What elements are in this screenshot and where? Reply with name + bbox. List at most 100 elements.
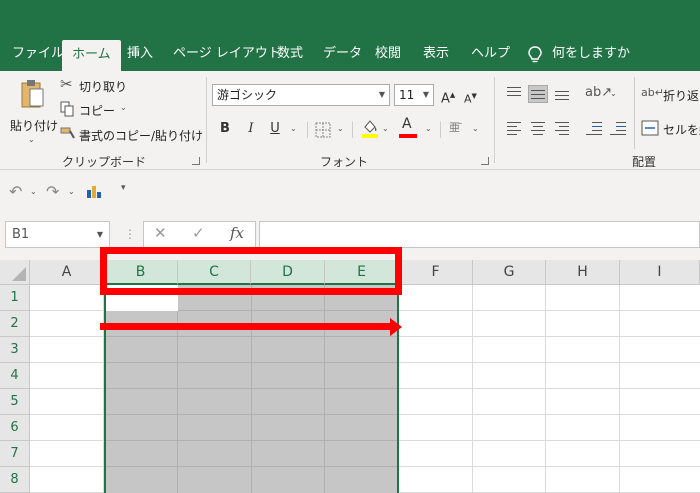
phonetic-dropdown-icon[interactable]: ⌄ bbox=[472, 124, 479, 133]
undo-icon[interactable]: ↶ bbox=[9, 182, 22, 201]
align-center-button[interactable] bbox=[528, 119, 548, 137]
align-bottom-button[interactable] bbox=[552, 85, 572, 103]
annotation-arrow-shaft bbox=[100, 323, 392, 330]
column-header-a[interactable]: A bbox=[30, 260, 104, 285]
tab-view[interactable]: 表示 bbox=[423, 38, 449, 71]
tab-insert[interactable]: 挿入 bbox=[127, 38, 153, 71]
column-header-g[interactable]: G bbox=[473, 260, 546, 285]
selection-gridline bbox=[177, 285, 178, 493]
row-header-6[interactable]: 6 bbox=[0, 415, 30, 441]
align-right-button[interactable] bbox=[552, 119, 572, 137]
undo-dropdown-icon[interactable]: ⌄ bbox=[30, 187, 37, 196]
merge-center-button[interactable]: セルを結 bbox=[641, 119, 700, 139]
group-divider bbox=[206, 77, 207, 163]
redo-dropdown-icon[interactable]: ⌄ bbox=[68, 187, 75, 196]
cut-button[interactable]: ✂ 切り取り bbox=[58, 75, 148, 95]
underline-button[interactable]: U bbox=[264, 118, 286, 140]
copy-button[interactable]: コピー ⌄ bbox=[58, 99, 148, 119]
quick-access-toolbar: ↶ ⌄ ↷ ⌄ ▾ bbox=[0, 170, 700, 210]
row-header-3[interactable]: 3 bbox=[0, 337, 30, 363]
bold-button[interactable]: B bbox=[214, 118, 236, 140]
shrink-font-button[interactable]: A▼ bbox=[464, 84, 482, 106]
gridline bbox=[619, 285, 620, 493]
selection-gridline bbox=[106, 414, 397, 415]
insert-function-icon[interactable]: fx bbox=[230, 224, 244, 242]
shrink-font-label: A bbox=[464, 92, 472, 106]
format-painter-button[interactable]: 書式のコピー/貼り付け bbox=[58, 124, 203, 144]
phonetic-guide-icon[interactable]: 亜̄ bbox=[449, 119, 460, 135]
grow-font-button[interactable]: A▲ bbox=[441, 84, 459, 106]
underline-dropdown-icon[interactable]: ⌄ bbox=[290, 124, 297, 133]
redo-icon[interactable]: ↷ bbox=[46, 182, 59, 201]
tell-me-search[interactable]: 何をしますか bbox=[552, 38, 630, 71]
ribbon-tab-bar: ファイル ホーム 挿入 ページ レイアウト 数式 データ 校閲 表示 ヘルプ 何… bbox=[0, 38, 700, 71]
row-header-4[interactable]: 4 bbox=[0, 363, 30, 389]
font-launcher-icon[interactable] bbox=[481, 157, 489, 165]
select-all-icon bbox=[12, 267, 26, 281]
format-painter-icon bbox=[60, 127, 75, 139]
tab-help[interactable]: ヘルプ bbox=[471, 38, 510, 71]
format-painter-label: 書式のコピー/貼り付け bbox=[79, 129, 204, 143]
orientation-icon[interactable]: ab↗ bbox=[585, 85, 612, 100]
font-group-label: フォント bbox=[320, 155, 369, 169]
selection-gridline bbox=[106, 388, 397, 389]
fill-color-icon[interactable] bbox=[361, 117, 379, 139]
font-name-box[interactable]: 游ゴシック ▼ bbox=[212, 84, 390, 106]
row-header-7[interactable]: 7 bbox=[0, 441, 30, 467]
chevron-down-icon: ▼ bbox=[378, 90, 385, 99]
cancel-icon[interactable]: ✕ bbox=[154, 224, 167, 242]
font-color-dropdown-icon[interactable]: ⌄ bbox=[425, 124, 432, 133]
lightbulb-icon bbox=[528, 46, 542, 63]
clipboard-icon bbox=[21, 80, 44, 108]
column-header-f[interactable]: F bbox=[399, 260, 473, 285]
name-box-value: B1 bbox=[12, 227, 30, 242]
paste-button[interactable]: 貼り付け ⌄ bbox=[8, 77, 58, 147]
customize-toolbar-icon[interactable]: ▾ bbox=[121, 183, 126, 193]
paste-label: 貼り付け bbox=[10, 119, 59, 133]
row-header-2[interactable]: 2 bbox=[0, 311, 30, 337]
gridline bbox=[472, 285, 473, 493]
tab-file[interactable]: ファイル bbox=[12, 38, 64, 71]
alignment-group-label: 配置 bbox=[632, 155, 657, 169]
tab-page-layout[interactable]: ページ レイアウト bbox=[173, 38, 281, 71]
font-size-box[interactable]: 11 ▼ bbox=[394, 84, 434, 106]
formula-buttons: ✕ ✓ fx bbox=[143, 221, 256, 248]
resize-handle-icon[interactable]: ⋮ bbox=[124, 227, 136, 241]
tab-formulas[interactable]: 数式 bbox=[277, 38, 303, 71]
font-color-button[interactable]: A bbox=[399, 116, 417, 138]
copy-icon bbox=[60, 101, 74, 117]
formula-input[interactable] bbox=[259, 221, 700, 248]
borders-icon[interactable] bbox=[315, 122, 331, 138]
italic-button[interactable]: I bbox=[240, 118, 262, 140]
tab-data[interactable]: データ bbox=[323, 38, 362, 71]
chart-icon[interactable] bbox=[86, 183, 102, 199]
tab-home[interactable]: ホーム bbox=[62, 40, 121, 71]
fill-color-dropdown-icon[interactable]: ⌄ bbox=[382, 124, 389, 133]
align-top-button[interactable] bbox=[504, 85, 524, 103]
orientation-dropdown-icon[interactable]: ⌄ bbox=[610, 89, 617, 98]
caret-down-icon: ▼ bbox=[471, 92, 477, 100]
select-all-button[interactable] bbox=[0, 260, 30, 285]
align-middle-button[interactable] bbox=[528, 85, 548, 103]
wrap-text-icon: ab↵ bbox=[641, 86, 664, 99]
row-header-1[interactable]: 1 bbox=[0, 285, 30, 311]
clipboard-launcher-icon[interactable] bbox=[192, 157, 200, 165]
group-divider bbox=[494, 77, 495, 163]
borders-dropdown-icon[interactable]: ⌄ bbox=[337, 124, 344, 133]
merge-icon bbox=[641, 120, 659, 136]
decrease-indent-button[interactable] bbox=[584, 119, 604, 137]
cut-label: 切り取り bbox=[79, 80, 128, 94]
enter-icon[interactable]: ✓ bbox=[192, 224, 205, 242]
chevron-down-icon: ▼ bbox=[96, 230, 103, 239]
row-header-5[interactable]: 5 bbox=[0, 389, 30, 415]
ribbon-home: 貼り付け ⌄ ✂ 切り取り コピー ⌄ 書式のコピー/貼り付け クリップボード … bbox=[0, 71, 700, 170]
merge-label: セルを結 bbox=[663, 123, 700, 137]
column-header-h[interactable]: H bbox=[546, 260, 620, 285]
column-header-i[interactable]: I bbox=[620, 260, 700, 285]
increase-indent-button[interactable] bbox=[608, 119, 628, 137]
wrap-text-button[interactable]: ab↵ 折り返し bbox=[641, 85, 700, 105]
tab-review[interactable]: 校閲 bbox=[375, 38, 401, 71]
row-header-8[interactable]: 8 bbox=[0, 467, 30, 493]
align-left-button[interactable] bbox=[504, 119, 524, 137]
name-box[interactable]: B1 ▼ bbox=[5, 221, 110, 248]
